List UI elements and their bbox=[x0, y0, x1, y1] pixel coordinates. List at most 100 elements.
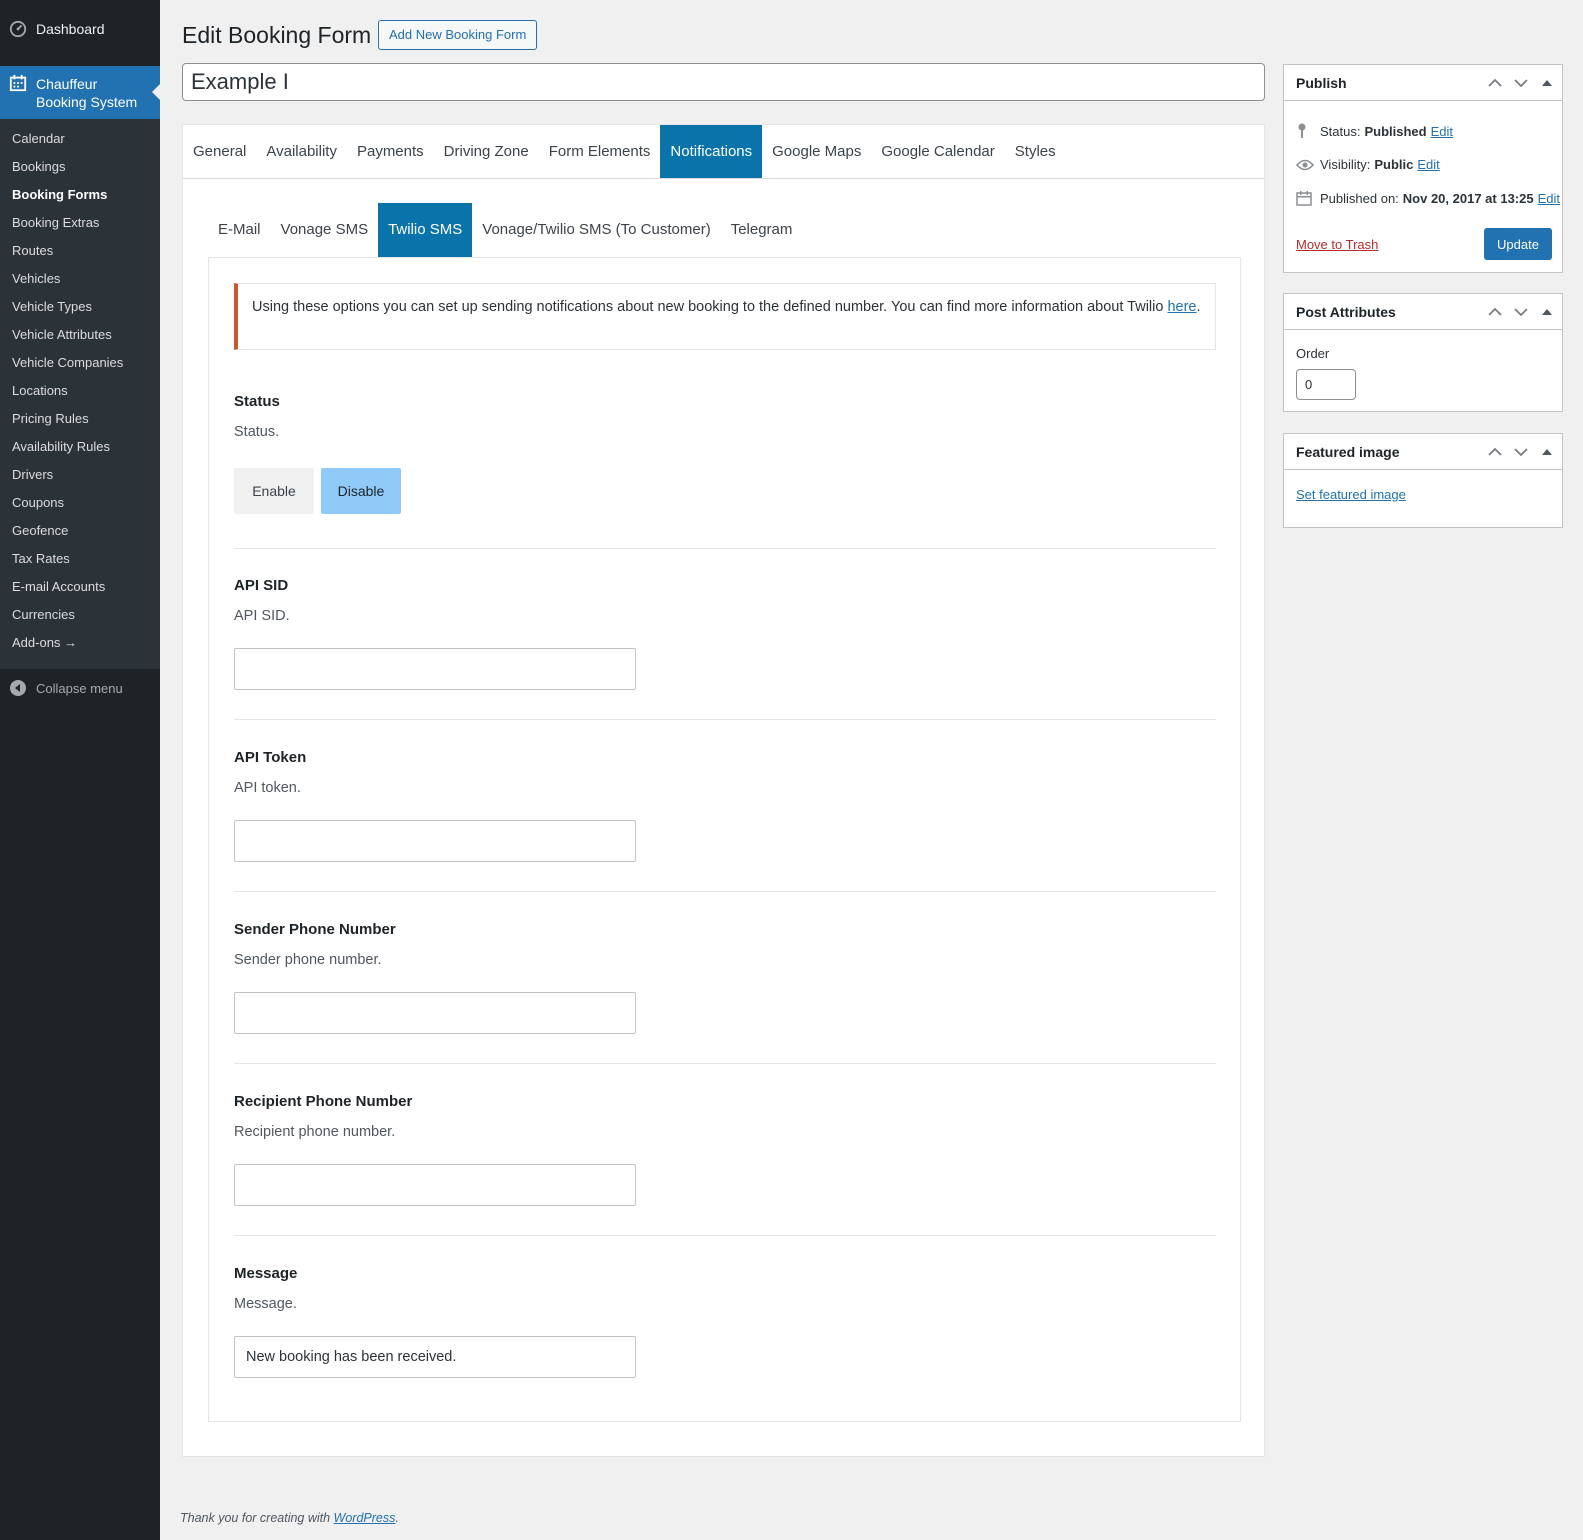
edit-date-link[interactable]: Edit bbox=[1538, 191, 1560, 206]
featured-image-title: Featured image bbox=[1296, 443, 1400, 460]
sidebar-item-vehicle-attributes[interactable]: Vehicle Attributes bbox=[0, 322, 160, 350]
featured-image-box: Featured image Set featured image bbox=[1283, 433, 1563, 528]
sidebar-item-drivers[interactable]: Drivers bbox=[0, 462, 160, 490]
move-to-trash-link[interactable]: Move to Trash bbox=[1296, 237, 1378, 252]
status-enable-button[interactable]: Enable bbox=[234, 468, 314, 514]
publish-visibility-row: Visibility: Public Edit bbox=[1296, 157, 1440, 172]
sidebar-item-tax-rates[interactable]: Tax Rates bbox=[0, 546, 160, 574]
visibility-value: Public bbox=[1374, 157, 1414, 172]
notice-end: . bbox=[1196, 299, 1201, 315]
sender-phone-input[interactable] bbox=[234, 992, 636, 1034]
edit-visibility-link[interactable]: Edit bbox=[1417, 157, 1439, 172]
add-new-booking-form-button[interactable]: Add New Booking Form bbox=[378, 20, 538, 50]
published-label: Published on: bbox=[1320, 190, 1399, 206]
sidebar-item-locations[interactable]: Locations bbox=[0, 378, 160, 406]
move-down-icon[interactable] bbox=[1512, 307, 1530, 317]
sidebar-item-vehicle-types[interactable]: Vehicle Types bbox=[0, 294, 160, 322]
move-down-icon[interactable] bbox=[1512, 78, 1530, 88]
tab-google-calendar[interactable]: Google Calendar bbox=[871, 125, 1004, 178]
calendar-icon bbox=[1296, 190, 1320, 206]
move-up-icon[interactable] bbox=[1486, 307, 1504, 317]
status-value: Published bbox=[1364, 123, 1427, 139]
tab-payments[interactable]: Payments bbox=[347, 125, 434, 178]
footer-thanks: Thank you for creating with WordPress. bbox=[180, 1511, 399, 1525]
page-title: Edit Booking Form bbox=[182, 22, 372, 48]
sidebar-item-pricing-rules[interactable]: Pricing Rules bbox=[0, 406, 160, 434]
message-desc: Message. bbox=[234, 1296, 297, 1312]
subtab-email[interactable]: E-Mail bbox=[208, 203, 271, 257]
footer-wordpress-link[interactable]: WordPress bbox=[334, 1511, 396, 1525]
featured-image-header: Featured image bbox=[1284, 434, 1562, 470]
tab-general[interactable]: General bbox=[183, 125, 256, 178]
notice-text: Using these options you can set up sendi… bbox=[252, 299, 1168, 315]
eye-icon bbox=[1296, 159, 1320, 171]
admin-sidebar: Dashboard Chauffeur Booking System Calen… bbox=[0, 0, 160, 1540]
subtab-vonage-sms[interactable]: Vonage SMS bbox=[271, 203, 379, 257]
sidebar-item-add-ons[interactable]: Add-ons → bbox=[0, 630, 160, 658]
post-title-input[interactable] bbox=[182, 63, 1265, 101]
sidebar-item-dashboard[interactable]: Dashboard bbox=[0, 14, 160, 44]
api-sid-desc: API SID. bbox=[234, 608, 290, 624]
sidebar-item-chauffeur-booking-system[interactable]: Chauffeur Booking System bbox=[0, 66, 160, 119]
divider bbox=[234, 1235, 1216, 1236]
booking-form-settings-box: General Availability Payments Driving Zo… bbox=[182, 124, 1265, 1457]
recipient-phone-input[interactable] bbox=[234, 1164, 636, 1206]
api-sid-title: API SID bbox=[234, 577, 289, 594]
message-title: Message bbox=[234, 1265, 298, 1282]
api-token-title: API Token bbox=[234, 749, 307, 766]
sidebar-item-calendar[interactable]: Calendar bbox=[0, 126, 160, 154]
collapse-menu-button[interactable]: Collapse menu bbox=[0, 673, 160, 703]
notice-here-link[interactable]: here bbox=[1167, 299, 1196, 315]
publish-header: Publish bbox=[1284, 65, 1562, 101]
notification-subtabs: E-Mail Vonage SMS Twilio SMS Vonage/Twil… bbox=[208, 203, 802, 257]
sidebar-item-coupons[interactable]: Coupons bbox=[0, 490, 160, 518]
subtab-vonage-twilio-customer[interactable]: Vonage/Twilio SMS (To Customer) bbox=[472, 203, 720, 257]
api-sid-input[interactable] bbox=[234, 648, 636, 690]
sidebar-item-booking-forms[interactable]: Booking Forms bbox=[0, 182, 160, 210]
sidebar-item-email-accounts[interactable]: E-mail Accounts bbox=[0, 574, 160, 602]
recipient-phone-desc: Recipient phone number. bbox=[234, 1124, 396, 1140]
set-featured-image-link[interactable]: Set featured image bbox=[1296, 487, 1406, 502]
subtab-telegram[interactable]: Telegram bbox=[721, 203, 803, 257]
tab-form-elements[interactable]: Form Elements bbox=[539, 125, 661, 178]
twilio-settings-panel: Using these options you can set up sendi… bbox=[208, 257, 1241, 1422]
publish-date-row: Published on: Nov 20, 2017 at 13:25 Edit bbox=[1296, 190, 1560, 206]
sidebar-item-vehicle-companies[interactable]: Vehicle Companies bbox=[0, 350, 160, 378]
move-down-icon[interactable] bbox=[1512, 447, 1530, 457]
recipient-phone-title: Recipient Phone Number bbox=[234, 1093, 413, 1110]
subtab-twilio-sms[interactable]: Twilio SMS bbox=[378, 203, 473, 257]
toggle-panel-icon[interactable] bbox=[1538, 79, 1556, 87]
tab-styles[interactable]: Styles bbox=[1005, 125, 1066, 178]
move-up-icon[interactable] bbox=[1486, 78, 1504, 88]
tab-availability[interactable]: Availability bbox=[256, 125, 347, 178]
sidebar-item-availability-rules[interactable]: Availability Rules bbox=[0, 434, 160, 462]
api-token-input[interactable] bbox=[234, 820, 636, 862]
footer-end: . bbox=[395, 1511, 399, 1525]
message-input[interactable] bbox=[234, 1336, 636, 1378]
tab-notifications[interactable]: Notifications bbox=[660, 125, 763, 178]
post-attributes-header: Post Attributes bbox=[1284, 294, 1562, 330]
dashboard-icon bbox=[0, 20, 36, 38]
move-up-icon[interactable] bbox=[1486, 447, 1504, 457]
toggle-panel-icon[interactable] bbox=[1538, 308, 1556, 316]
status-desc: Status. bbox=[234, 424, 280, 440]
sidebar-item-booking-extras[interactable]: Booking Extras bbox=[0, 210, 160, 238]
sender-phone-title: Sender Phone Number bbox=[234, 921, 396, 938]
divider bbox=[234, 719, 1216, 720]
tab-driving-zone[interactable]: Driving Zone bbox=[434, 125, 539, 178]
toggle-panel-icon[interactable] bbox=[1538, 448, 1556, 456]
sidebar-item-currencies[interactable]: Currencies bbox=[0, 602, 160, 630]
calendar-icon bbox=[0, 74, 36, 92]
sidebar-item-geofence[interactable]: Geofence bbox=[0, 518, 160, 546]
tab-google-maps[interactable]: Google Maps bbox=[762, 125, 871, 178]
collapse-menu-label: Collapse menu bbox=[36, 680, 123, 696]
update-button[interactable]: Update bbox=[1484, 228, 1552, 260]
edit-status-link[interactable]: Edit bbox=[1431, 124, 1453, 139]
sidebar-item-routes[interactable]: Routes bbox=[0, 238, 160, 266]
publish-status-row: Status: Published Edit bbox=[1296, 123, 1453, 139]
order-input[interactable] bbox=[1296, 369, 1356, 400]
sidebar-item-vehicles[interactable]: Vehicles bbox=[0, 266, 160, 294]
footer-text: Thank you for creating with bbox=[180, 1511, 334, 1525]
sidebar-item-bookings[interactable]: Bookings bbox=[0, 154, 160, 182]
status-disable-button[interactable]: Disable bbox=[321, 468, 401, 514]
